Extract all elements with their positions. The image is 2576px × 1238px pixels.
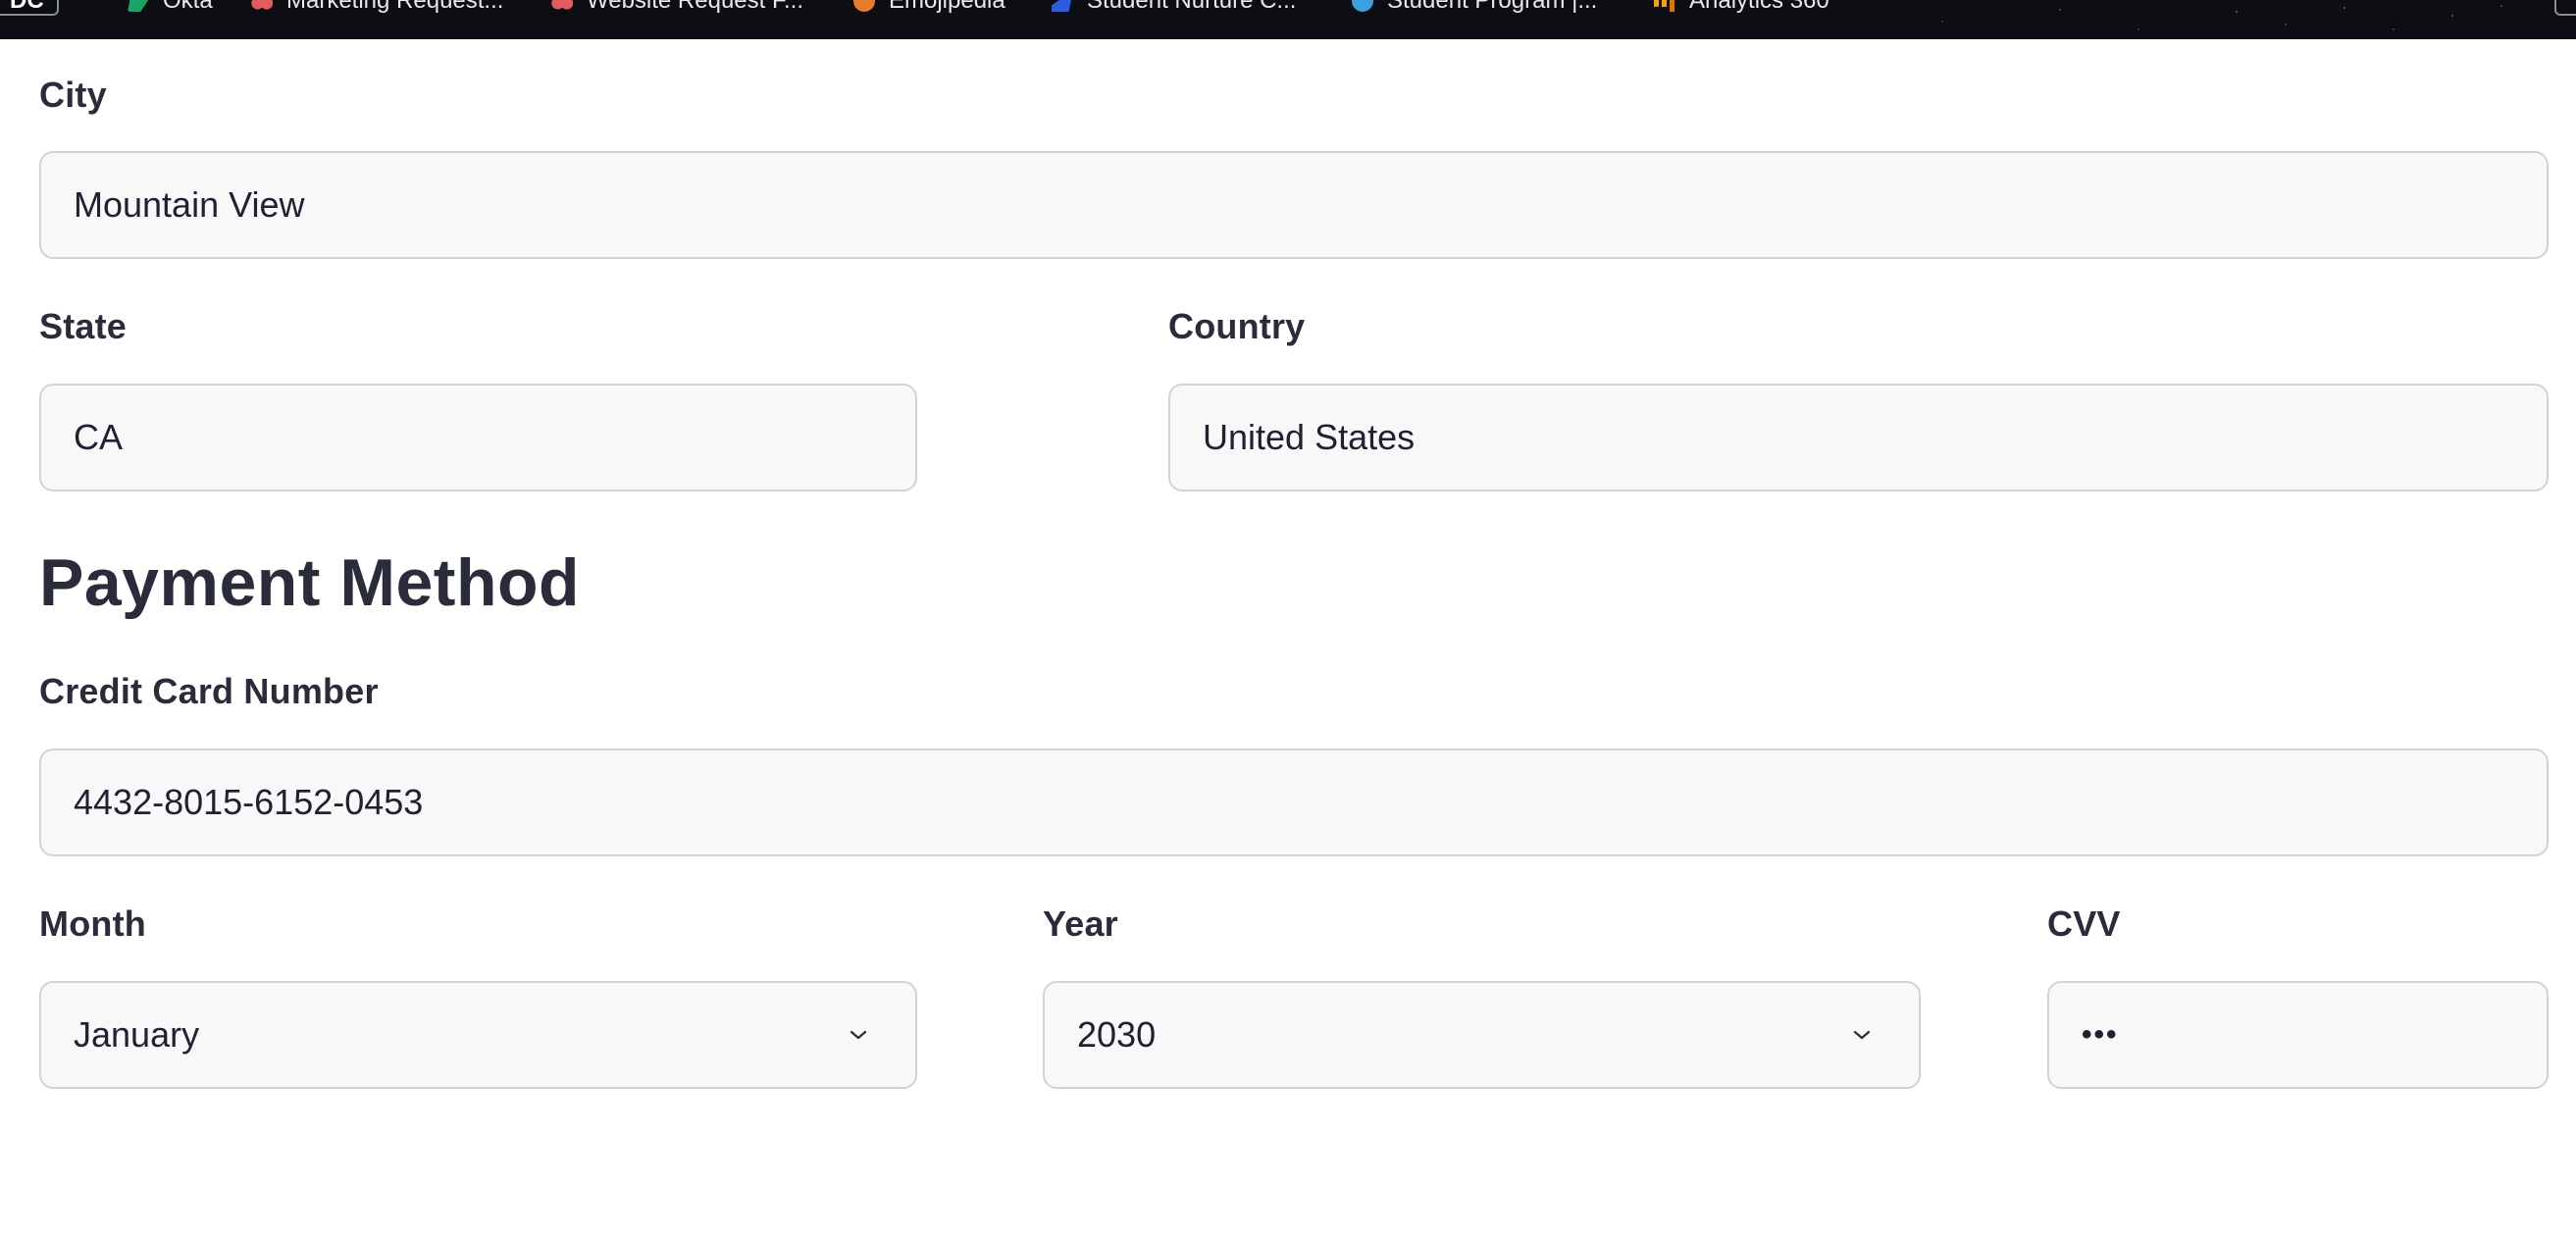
card-number-value: 4432-8015-6152-0453	[74, 782, 424, 822]
bookmark-label: Student Nurture C...	[1087, 0, 1297, 14]
cloud-icon	[1352, 0, 1373, 12]
card-number-label: Credit Card Number	[39, 671, 379, 711]
payment-method-heading: Payment Method	[39, 545, 581, 620]
okta-icon	[128, 0, 149, 12]
year-label: Year	[1043, 903, 1118, 944]
other-bookmarks-button[interactable]	[2554, 0, 2576, 16]
analytics-icon	[1654, 0, 1675, 12]
cvv-value: •••	[2082, 1018, 2119, 1051]
country-label: Country	[1168, 306, 1306, 346]
asana-icon	[551, 0, 573, 12]
cvv-input[interactable]: •••	[2047, 981, 2549, 1089]
cvv-label: CVV	[2047, 903, 2121, 944]
bookmark-marketing-request[interactable]: Marketing Request...	[251, 0, 503, 16]
bookmark-student-program[interactable]: Student Program |...	[1352, 0, 1597, 16]
bookmark-analytics-360[interactable]: Analytics 360	[1654, 0, 1829, 16]
asana-icon	[251, 0, 273, 12]
chevron-down-icon	[1842, 1015, 1881, 1055]
state-label: State	[39, 306, 128, 346]
profile-chip[interactable]: DC	[0, 0, 59, 16]
city-label: City	[39, 75, 107, 115]
emojipedia-icon	[853, 0, 875, 12]
bookmark-label: Website Request F...	[587, 0, 803, 14]
year-select[interactable]: 2030	[1043, 981, 1921, 1089]
country-value: United States	[1203, 417, 1416, 457]
bookmark-label: Emojipedia	[889, 0, 1005, 14]
bookmark-website-request[interactable]: Website Request F...	[551, 0, 803, 16]
month-label: Month	[39, 903, 146, 944]
bookmark-label: Marketing Request...	[286, 0, 504, 14]
bookmark-label: Student Program |...	[1387, 0, 1598, 14]
chevron-down-icon	[839, 1015, 878, 1055]
card-number-input[interactable]: 4432-8015-6152-0453	[39, 748, 2549, 856]
bookmark-student-nurture[interactable]: Student Nurture C...	[1052, 0, 1296, 16]
year-value: 2030	[1077, 1014, 1157, 1055]
bookmark-emojipedia[interactable]: Emojipedia	[853, 0, 1005, 16]
country-input[interactable]: United States	[1168, 384, 2549, 491]
state-input[interactable]: CA	[39, 384, 917, 491]
wave-icon	[1052, 0, 1073, 12]
city-value: Mountain View	[74, 184, 305, 225]
month-select[interactable]: January	[39, 981, 917, 1089]
bookmark-okta[interactable]: Okta	[128, 0, 213, 16]
bookmark-label: Analytics 360	[1689, 0, 1829, 14]
state-value: CA	[74, 417, 124, 457]
city-input[interactable]: Mountain View	[39, 151, 2549, 259]
bookmarks-bar: DC Okta Marketing Request... Website Req…	[0, 0, 2576, 39]
bookmark-label: Okta	[163, 0, 213, 14]
month-value: January	[74, 1014, 200, 1055]
